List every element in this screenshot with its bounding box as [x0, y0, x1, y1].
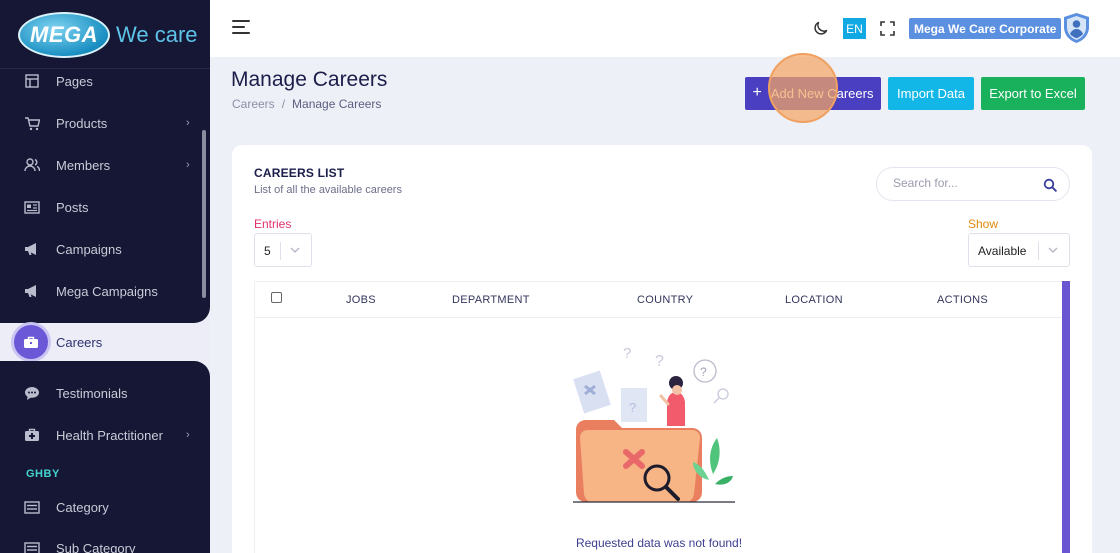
show-label: Show [968, 217, 999, 231]
sidebar-item-label: Members [56, 157, 111, 173]
sidebar-item-label: Testimonials [56, 385, 128, 401]
language-switcher[interactable]: EN [843, 18, 866, 39]
card-subtitle: List of all the available careers [254, 184, 402, 196]
sidebar: MEGA We care Pages Products › Members › [0, 0, 210, 553]
entries-value: 5 [264, 244, 271, 258]
chevron-right-icon: › [186, 159, 190, 171]
column-header-location[interactable]: LOCATION [785, 294, 843, 306]
sidebar-item-label: Products [56, 115, 108, 131]
sidebar-item-members[interactable]: Members › [0, 150, 210, 180]
megaphone-icon [24, 241, 40, 257]
svg-text:?: ? [623, 345, 631, 362]
sidebar-scrollbar[interactable] [202, 130, 206, 298]
plus-icon: + [752, 83, 762, 101]
layout-icon [24, 73, 40, 89]
card-title: CAREERS LIST [254, 166, 345, 180]
column-header-actions: ACTIONS [937, 294, 988, 306]
select-divider [1038, 242, 1039, 260]
breadcrumb-link-careers[interactable]: Careers [232, 97, 275, 111]
sidebar-item-sub-category[interactable]: Sub Category [0, 533, 210, 553]
chevron-right-icon: › [186, 117, 190, 129]
add-new-careers-label: Add New Careers [770, 86, 874, 101]
entries-select[interactable]: 5 [254, 233, 312, 267]
sidebar-item-label: Category [56, 499, 109, 515]
page-title: Manage Careers [231, 68, 388, 91]
fullscreen-icon[interactable] [880, 21, 895, 36]
sidebar-item-testimonials[interactable]: Testimonials [0, 378, 210, 408]
cart-icon [24, 115, 40, 131]
sidebar-section-label: GHBY [26, 468, 60, 480]
medical-kit-icon [24, 427, 40, 443]
logo-text: We care [116, 22, 198, 47]
sidebar-item-label: Sub Category [56, 540, 136, 553]
sidebar-item-category[interactable]: Category [0, 492, 210, 522]
chevron-down-icon [1048, 247, 1058, 253]
breadcrumb: Careers / Manage Careers [232, 97, 381, 111]
chat-icon [24, 385, 40, 401]
sidebar-item-careers[interactable]: Careers [14, 325, 210, 359]
sidebar-item-posts[interactable]: Posts [0, 192, 210, 222]
sidebar-item-label: Careers [56, 334, 103, 350]
moon-icon[interactable] [813, 20, 829, 36]
newspaper-icon [24, 199, 40, 215]
logo-mark: MEGA [18, 12, 110, 58]
import-data-button[interactable]: Import Data [888, 77, 974, 110]
sidebar-item-label: Mega Campaigns [56, 283, 158, 299]
empty-state-message: Requested data was not found! [575, 536, 743, 550]
select-all-checkbox[interactable] [271, 292, 282, 303]
sidebar-item-label: Pages [56, 73, 93, 89]
column-header-country[interactable]: COUNTRY [637, 294, 693, 306]
svg-text:?: ? [700, 365, 707, 379]
svg-text:?: ? [655, 353, 664, 370]
users-icon [24, 157, 40, 173]
sidebar-item-campaigns[interactable]: Campaigns [0, 234, 210, 264]
sidebar-item-label: Campaigns [56, 241, 122, 257]
briefcase-icon [14, 325, 48, 359]
sidebar-item-products[interactable]: Products › [0, 108, 210, 138]
search-icon[interactable] [1043, 178, 1057, 192]
sidebar-item-mega-campaigns[interactable]: Mega Campaigns [0, 276, 210, 306]
company-name-badge[interactable]: Mega We Care Corporate [909, 18, 1062, 39]
sidebar-item-pages[interactable]: Pages [0, 66, 210, 96]
sidebar-item-label: Health Practitioner [56, 427, 163, 443]
breadcrumb-current: Manage Careers [292, 97, 382, 111]
show-value: Available [978, 244, 1027, 258]
top-header: EN Mega We Care Corporate [210, 0, 1120, 57]
show-select[interactable]: Available [968, 233, 1070, 267]
add-new-careers-button[interactable]: + Add New Careers [745, 77, 881, 110]
list-icon [24, 540, 40, 553]
column-header-jobs[interactable]: JOBS [346, 294, 376, 306]
empty-folder-illustration: ? ? ? ? [573, 345, 735, 503]
select-divider [280, 242, 281, 260]
table-header: JOBS DEPARTMENT COUNTRY LOCATION ACTIONS [255, 282, 1063, 318]
svg-text:?: ? [629, 400, 636, 415]
logo[interactable]: MEGA We care [18, 12, 198, 58]
sidebar-top-panel: MEGA We care Pages Products › Members › [0, 0, 210, 323]
column-header-department[interactable]: DEPARTMENT [452, 294, 530, 306]
search-input[interactable] [893, 176, 1033, 190]
chevron-right-icon: › [186, 429, 190, 441]
export-to-excel-button[interactable]: Export to Excel [981, 77, 1085, 110]
list-icon [24, 499, 40, 515]
sidebar-item-label: Posts [56, 199, 89, 215]
sidebar-item-health-practitioner[interactable]: Health Practitioner › [0, 420, 210, 450]
breadcrumb-separator: / [281, 97, 286, 111]
sidebar-bottom-panel: Testimonials Health Practitioner › Categ… [0, 361, 210, 553]
menu-toggle-icon[interactable] [232, 20, 250, 34]
table-scroll-accent [1062, 281, 1070, 553]
entries-label: Entries [254, 217, 292, 231]
megaphone-icon [24, 283, 40, 299]
chevron-down-icon [290, 247, 300, 253]
user-avatar-icon[interactable] [1063, 12, 1090, 44]
careers-list-card: CAREERS LIST List of all the available c… [232, 145, 1092, 553]
search-box [876, 167, 1070, 201]
careers-table: JOBS DEPARTMENT COUNTRY LOCATION ACTIONS… [254, 281, 1070, 553]
